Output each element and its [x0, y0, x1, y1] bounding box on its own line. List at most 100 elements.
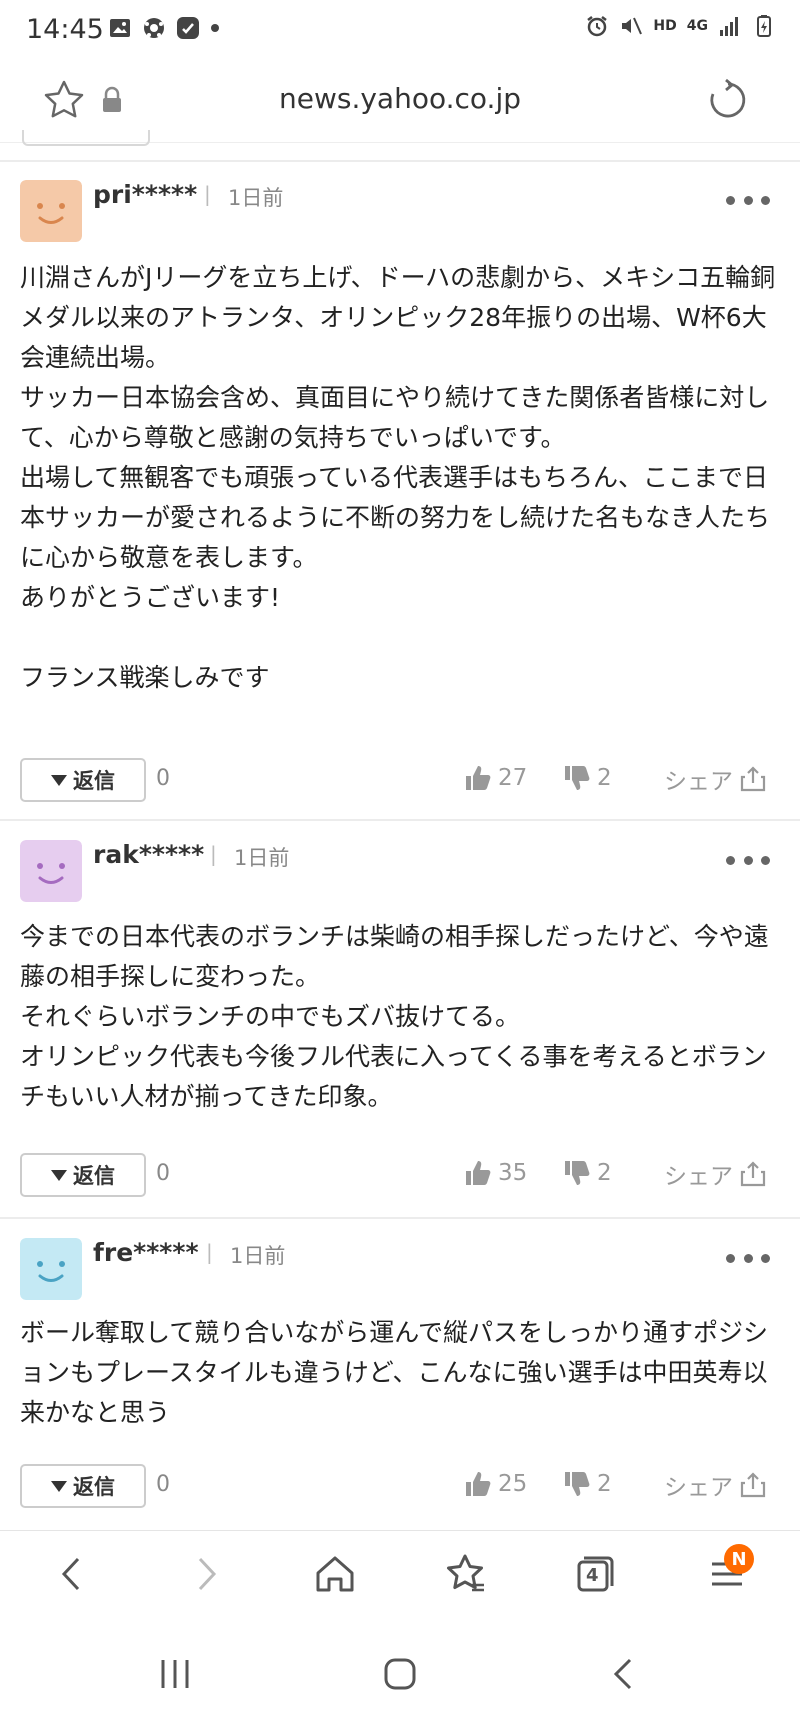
more-options-button[interactable]	[726, 1250, 770, 1266]
thumbs-down-icon	[565, 766, 590, 790]
dot-icon	[743, 195, 753, 205]
system-back-icon[interactable]	[604, 1654, 644, 1694]
reply-button[interactable]: 返信	[20, 1153, 146, 1197]
system-status-icons: HD 4G	[585, 14, 776, 38]
notification-icons	[108, 16, 220, 40]
share-icon	[740, 766, 766, 792]
recent-apps-icon[interactable]	[155, 1654, 195, 1694]
expand-triangle-icon	[51, 1169, 67, 1181]
comment-username[interactable]: pri*****	[93, 180, 197, 209]
reply-count: 0	[156, 1472, 170, 1497]
avatar-eye-right	[59, 1261, 65, 1267]
comment-time: 1日前	[234, 846, 290, 870]
reply-label: 返信	[73, 1475, 115, 1499]
meta-separator: |	[206, 1240, 213, 1264]
like-button[interactable]: 25	[464, 1470, 527, 1498]
dislike-count: 2	[597, 765, 612, 791]
dot-icon	[726, 855, 735, 865]
avatar-eye-right	[59, 863, 65, 869]
comment-username[interactable]: fre*****	[93, 1238, 199, 1267]
thumbs-up-icon	[466, 766, 491, 790]
back-icon[interactable]	[48, 1549, 98, 1599]
comment-body: 川淵さんがJリーグを立ち上げ、ドーハの悲劇から、メキシコ五輪銅メダル以来のアトラ…	[20, 263, 776, 692]
user-avatar	[20, 840, 82, 902]
dislike-button[interactable]: 2	[563, 1159, 612, 1187]
forward-icon[interactable]	[180, 1549, 230, 1599]
alarm-icon	[587, 16, 608, 37]
dislike-count: 2	[597, 1160, 612, 1186]
url-text[interactable]: news.yahoo.co.jp	[0, 82, 800, 115]
tabs-button[interactable]: 4	[570, 1549, 620, 1599]
soccer-ball-icon	[144, 18, 164, 38]
expand-triangle-icon	[51, 1480, 67, 1492]
dot-icon	[726, 195, 735, 205]
status-time: 14:45	[26, 14, 104, 45]
share-label: シェア	[664, 769, 733, 795]
reply-label: 返信	[73, 1164, 115, 1188]
like-count: 25	[498, 1471, 528, 1497]
bookmarks-star-icon[interactable]	[440, 1549, 490, 1599]
like-button[interactable]: 35	[464, 1159, 527, 1187]
dislike-button[interactable]: 2	[563, 764, 612, 792]
home-button-icon[interactable]	[380, 1654, 420, 1694]
hd-label: HD	[653, 18, 677, 34]
thumbs-down-icon	[565, 1472, 590, 1496]
system-navigation-bar	[0, 1626, 800, 1716]
gallery-icon	[110, 19, 130, 37]
like-count: 35	[498, 1160, 528, 1186]
meta-separator: |	[204, 182, 211, 206]
battery-charging-icon	[757, 15, 771, 37]
browser-bottom-toolbar: 4	[0, 1530, 800, 1621]
like-button[interactable]: 27	[464, 764, 527, 792]
share-label: シェア	[664, 1164, 733, 1190]
thumbs-up-icon	[466, 1161, 491, 1185]
mute-icon	[622, 17, 643, 35]
reply-count: 0	[156, 766, 170, 791]
dislike-count: 2	[597, 1471, 612, 1497]
tabs-count: 4	[586, 1565, 599, 1586]
comment-time: 1日前	[228, 186, 284, 210]
home-icon[interactable]	[310, 1549, 360, 1599]
more-options-button[interactable]	[726, 852, 770, 868]
share-button[interactable]: シェア	[664, 1157, 767, 1191]
reply-button[interactable]: 返信	[20, 758, 146, 802]
avatar-eye-left	[37, 863, 43, 869]
comment-item: fre***** | 1日前 ボール奪取して競り合いながら運んで縦パスをしっかり…	[0, 1219, 800, 1529]
reply-button[interactable]: 返信	[20, 1464, 146, 1508]
signal-icon	[720, 17, 738, 36]
comment-item: pri***** | 1日前 川淵さんがJリーグを立ち上げ、ドーハの悲劇から、メ…	[0, 162, 800, 817]
comment-body: 今までの日本代表のボランチは柴崎の相手探しだったけど、今や遠藤の相手探しに変わっ…	[20, 922, 769, 1111]
dot-icon	[761, 1253, 770, 1263]
avatar-bg	[20, 840, 82, 902]
avatar-bg	[20, 180, 82, 242]
dot-icon	[726, 1253, 735, 1263]
user-avatar	[20, 1238, 82, 1300]
reply-count: 0	[156, 1161, 170, 1186]
dot-icon	[743, 1253, 753, 1263]
more-options-button[interactable]	[726, 192, 770, 208]
share-button[interactable]: シェア	[664, 1468, 767, 1502]
comment-body: ボール奪取して競り合いながら運んで縦パスをしっかり通すポジションもプレースタイル…	[20, 1318, 769, 1427]
thumbs-up-icon	[466, 1472, 491, 1496]
share-icon	[740, 1472, 766, 1498]
app-notification-icon	[177, 17, 199, 39]
expand-triangle-icon	[51, 774, 67, 786]
status-bar: 14:45 HD 4G	[0, 0, 800, 62]
like-count: 27	[498, 765, 528, 791]
previous-reply-button-partial[interactable]	[22, 130, 150, 146]
share-button[interactable]: シェア	[664, 762, 767, 796]
avatar-eye-right	[59, 203, 65, 209]
meta-separator: |	[210, 842, 217, 866]
comment-time: 1日前	[230, 1244, 286, 1268]
user-avatar	[20, 180, 82, 242]
reload-icon[interactable]	[704, 76, 752, 124]
dot-icon	[761, 855, 770, 865]
dot-icon	[761, 195, 770, 205]
dislike-button[interactable]: 2	[563, 1470, 612, 1498]
reply-label: 返信	[73, 769, 115, 793]
thumbs-down-icon	[565, 1161, 590, 1185]
avatar-eye-left	[37, 203, 43, 209]
comment-username[interactable]: rak*****	[93, 840, 204, 869]
network-type-label: 4G	[686, 18, 708, 34]
menu-notification-badge: N	[724, 1544, 754, 1574]
